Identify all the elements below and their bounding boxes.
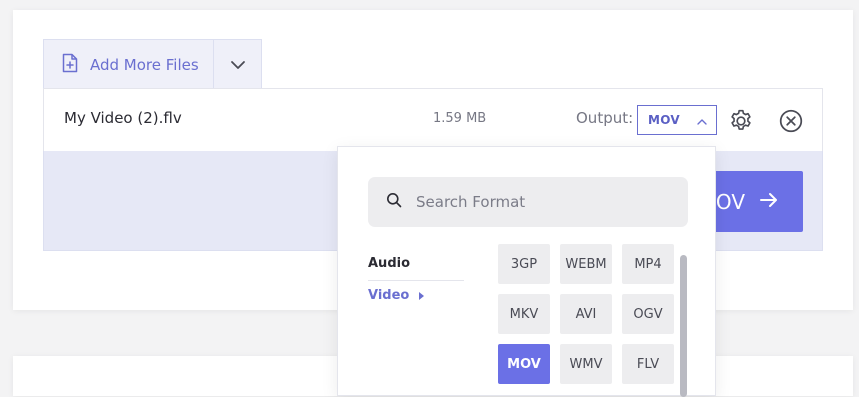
arrow-right-icon [759,191,779,213]
format-option-wmv[interactable]: WMV [560,344,612,384]
category-divider [368,280,464,281]
format-scrollbar[interactable] [680,255,687,397]
caret-right-icon [419,291,425,300]
category-audio[interactable]: Audio [368,256,410,271]
output-format-value: MOV [648,113,681,127]
close-icon[interactable] [778,108,804,134]
search-format-box [368,177,688,227]
category-video[interactable]: Video [368,288,425,303]
convert-button-label: OV [715,189,745,214]
format-option-3gp[interactable]: 3GP [498,244,550,284]
format-option-ogv[interactable]: OGV [622,294,674,334]
add-files-dropdown-button[interactable] [214,40,261,89]
add-more-files-label: Add More Files [90,55,199,74]
gear-icon[interactable] [728,108,754,134]
chevron-down-icon [230,55,246,74]
chevron-up-icon [696,111,708,130]
file-size: 1.59 MB [433,111,487,126]
format-option-mkv[interactable]: MKV [498,294,550,334]
file-add-icon [62,53,78,77]
file-name: My Video (2).flv [64,109,182,127]
add-files-group: Add More Files [43,39,262,89]
add-more-files-button[interactable]: Add More Files [44,40,214,89]
format-grid: 3GP WEBM MP4 MKV AVI OGV MOV WMV FLV [498,244,678,397]
format-option-avi[interactable]: AVI [560,294,612,334]
format-option-mp4[interactable]: MP4 [622,244,674,284]
format-option-flv[interactable]: FLV [622,344,674,384]
output-format-select[interactable]: MOV [637,105,717,135]
format-option-webm[interactable]: WEBM [560,244,612,284]
search-format-input[interactable] [414,192,658,212]
format-option-mov[interactable]: MOV [498,344,550,384]
output-label: Output: [576,109,634,127]
file-row: My Video (2).flv 1.59 MB Output: MOV [43,88,823,152]
category-video-label: Video [368,288,410,303]
format-dropdown: Audio Video 3GP WEBM MP4 MKV AVI OGV MOV… [337,146,716,397]
search-icon [386,192,402,212]
